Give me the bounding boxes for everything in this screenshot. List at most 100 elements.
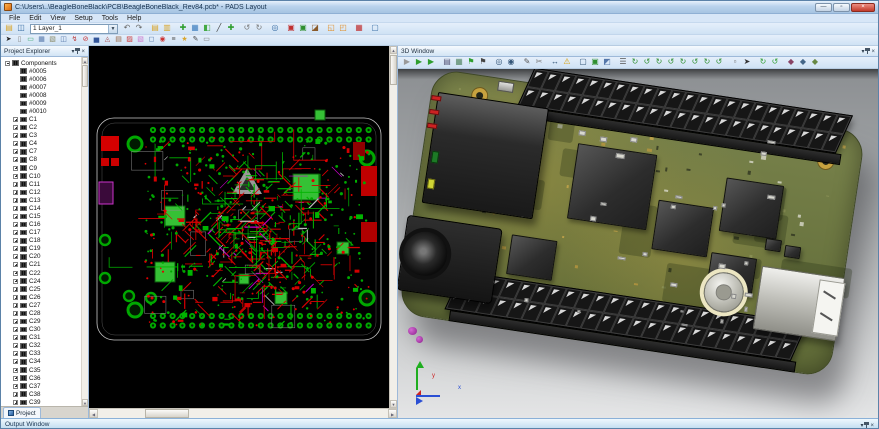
open-icon[interactable]: ▤: [3, 23, 15, 33]
layers-icon[interactable]: ≡: [168, 35, 179, 44]
tree-item-C10[interactable]: C10: [3, 172, 88, 180]
warning-icon[interactable]: ⚠: [561, 57, 573, 67]
maximize-button[interactable]: ▫: [833, 3, 850, 12]
canvas-scroll-left-icon[interactable]: ◀: [89, 409, 98, 418]
rotate-2-icon[interactable]: ↺: [641, 57, 653, 67]
redo-view-icon[interactable]: ↻: [253, 23, 265, 33]
tool-pink-icon[interactable]: ▧: [135, 35, 146, 44]
tree-item-C13[interactable]: C13: [3, 196, 88, 204]
copy-icon[interactable]: ◫: [58, 35, 69, 44]
tree-item-C8[interactable]: C8: [3, 156, 88, 164]
flag-green-icon[interactable]: ⚑: [465, 57, 477, 67]
tree-item-C24[interactable]: C24: [3, 277, 88, 285]
expander-icon[interactable]: [13, 141, 18, 146]
panel-close-button[interactable]: ×: [870, 423, 874, 429]
tree-item-n0006[interactable]: #0006: [3, 75, 88, 83]
tree-item-C9[interactable]: C9: [3, 164, 88, 172]
expander-icon[interactable]: [13, 230, 18, 235]
undo-view-icon[interactable]: ↺: [241, 23, 253, 33]
canvas-hscroll-thumb[interactable]: [145, 409, 189, 418]
tree-item-C32[interactable]: C32: [3, 342, 88, 350]
tree-scroll-down-icon[interactable]: ▼: [82, 399, 88, 406]
menu-help[interactable]: Help: [123, 15, 145, 22]
list-icon[interactable]: ☰: [617, 57, 629, 67]
window-3d-header[interactable]: 3D Window ▾×: [398, 46, 878, 57]
canvas-vertical-scrollbar[interactable]: ▲ ▼: [389, 46, 397, 408]
expander-icon[interactable]: [13, 246, 18, 251]
menu-edit[interactable]: Edit: [25, 15, 45, 22]
canvas-horizontal-scrollbar[interactable]: ◀ ▶: [89, 408, 397, 418]
refresh-green-2-icon[interactable]: ↺: [769, 57, 781, 67]
tree-item-C19[interactable]: C19: [3, 245, 88, 253]
expander-icon[interactable]: [13, 198, 18, 203]
undo-icon[interactable]: ↶: [121, 23, 133, 33]
menu-tools[interactable]: Tools: [98, 15, 122, 22]
board-view-icon[interactable]: ◧: [201, 23, 213, 33]
panel-close-button[interactable]: ×: [81, 49, 85, 55]
tree-item-C31[interactable]: C31: [3, 334, 88, 342]
tree-item-C35[interactable]: C35: [3, 366, 88, 374]
play-green-2-icon[interactable]: ▶: [425, 57, 437, 67]
expander-icon[interactable]: [5, 61, 10, 66]
rotate-3-icon[interactable]: ↻: [653, 57, 665, 67]
monitor-blue-icon[interactable]: ▢: [369, 23, 381, 33]
expander-icon[interactable]: [13, 400, 18, 405]
rotate-5-icon[interactable]: ↻: [677, 57, 689, 67]
sheet-icon[interactable]: ▯: [14, 35, 25, 44]
expander-icon[interactable]: [13, 279, 18, 284]
line-tool-icon[interactable]: ╱: [213, 23, 225, 33]
tree-item-n0009[interactable]: #0009: [3, 99, 88, 107]
tree-item-C26[interactable]: C26: [3, 293, 88, 301]
eraser-icon[interactable]: ◪: [309, 23, 321, 33]
tree-item-C2[interactable]: C2: [3, 124, 88, 132]
tree-item-n0008[interactable]: #0008: [3, 91, 88, 99]
tree-item-C33[interactable]: C33: [3, 350, 88, 358]
text-icon[interactable]: ✎: [190, 35, 201, 44]
close-button[interactable]: ×: [851, 3, 875, 12]
play-gray-icon[interactable]: ▶: [401, 57, 413, 67]
canvas-vscroll-thumb[interactable]: [390, 55, 397, 85]
save-icon[interactable]: ◫: [15, 23, 27, 33]
window-icon[interactable]: ◻: [146, 35, 157, 44]
tool-red-icon[interactable]: ▨: [124, 35, 135, 44]
redo-icon[interactable]: ↷: [133, 23, 145, 33]
viewport-3d[interactable]: x y: [398, 69, 878, 418]
screen-icon[interactable]: ▢: [577, 57, 589, 67]
tree-item-C4[interactable]: C4: [3, 140, 88, 148]
canvas-scroll-right-icon[interactable]: ▶: [388, 409, 397, 418]
drc-red-icon[interactable]: ▣: [285, 23, 297, 33]
expander-icon[interactable]: [13, 271, 18, 276]
expander-icon[interactable]: [13, 376, 18, 381]
rotate-1-icon[interactable]: ↻: [629, 57, 641, 67]
value-icon[interactable]: ◬: [102, 35, 113, 44]
menu-file[interactable]: File: [5, 15, 24, 22]
pin-a-icon[interactable]: ◆: [785, 57, 797, 67]
refresh-green-icon[interactable]: ↻: [757, 57, 769, 67]
tree-item-C36[interactable]: C36: [3, 374, 88, 382]
pin-b-icon[interactable]: ◆: [797, 57, 809, 67]
no-entry-icon[interactable]: ⊘: [80, 35, 91, 44]
tree-item-C37[interactable]: C37: [3, 382, 88, 390]
library-icon[interactable]: ▤: [113, 35, 124, 44]
expander-icon[interactable]: [13, 262, 18, 267]
zoom-select-icon[interactable]: ◎: [493, 57, 505, 67]
expander-icon[interactable]: [13, 214, 18, 219]
rotate-8-icon[interactable]: ↺: [713, 57, 725, 67]
pin-c-icon[interactable]: ◆: [809, 57, 821, 67]
frame-icon[interactable]: ▭: [201, 35, 212, 44]
tree-item-C27[interactable]: C27: [3, 301, 88, 309]
render-icon[interactable]: ◩: [601, 57, 613, 67]
expander-icon[interactable]: [13, 190, 18, 195]
binoculars-icon[interactable]: ◉: [505, 57, 517, 67]
flag-dark-icon[interactable]: ⚑: [477, 57, 489, 67]
tree-item-C28[interactable]: C28: [3, 309, 88, 317]
grid-icon[interactable]: ▦: [36, 35, 47, 44]
expander-icon[interactable]: [13, 368, 18, 373]
expander-icon[interactable]: [13, 157, 18, 162]
expander-icon[interactable]: [13, 319, 18, 324]
pcb-2d-canvas[interactable]: [89, 46, 389, 408]
panel-close-button[interactable]: ×: [871, 49, 875, 55]
board-icon[interactable]: ▭: [25, 35, 36, 44]
tree-item-C11[interactable]: C11: [3, 180, 88, 188]
chip-red-icon[interactable]: ▦: [353, 23, 365, 33]
